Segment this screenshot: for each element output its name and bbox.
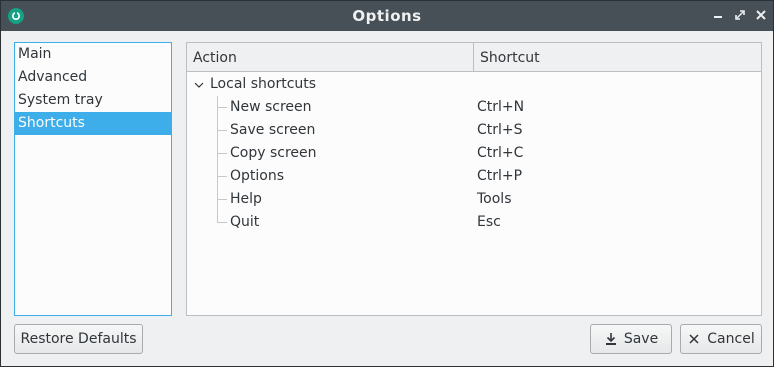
shortcut-value[interactable]: Ctrl+P [477,165,522,188]
sidebar-item-main[interactable]: Main [15,43,171,66]
restore-defaults-button[interactable]: Restore Defaults [14,324,143,354]
chevron-down-icon[interactable] [193,73,205,96]
shortcuts-tree: Action Shortcut Local shortcuts New scre… [186,42,762,316]
shortcut-value[interactable]: Esc [477,211,501,234]
action-label: Help [230,191,262,207]
tree-row[interactable]: Help Tools [187,188,761,211]
save-icon [604,332,618,346]
shortcut-value[interactable]: Ctrl+S [477,119,523,142]
sidebar-item-system-tray[interactable]: System tray [15,89,171,112]
tree-group-local-shortcuts[interactable]: Local shortcuts [187,73,761,96]
sidebar-item-shortcuts[interactable]: Shortcuts [15,112,171,135]
sidebar-item-advanced[interactable]: Advanced [15,66,171,89]
save-button[interactable]: Save [590,324,672,354]
action-label: New screen [230,99,312,115]
tree-row[interactable]: Options Ctrl+P [187,165,761,188]
action-label: Copy screen [230,145,317,161]
window-title: Options [352,7,422,25]
action-label: Options [230,168,285,184]
tree-row[interactable]: New screen Ctrl+N [187,96,761,119]
group-label: Local shortcuts [210,76,317,92]
title-bar[interactable]: Options [1,1,773,31]
maximize-icon[interactable] [733,8,747,22]
restore-defaults-label: Restore Defaults [20,331,137,347]
action-label: Save screen [230,122,316,138]
close-icon[interactable] [754,8,768,22]
cancel-button[interactable]: Cancel [680,324,762,354]
action-label: Quit [230,214,260,230]
column-header-shortcut[interactable]: Shortcut [474,43,761,71]
options-dialog: Options Main Advanced System tray Shortc… [0,0,774,367]
save-label: Save [623,331,659,347]
column-header-action[interactable]: Action [187,43,474,71]
cancel-label: Cancel [707,331,755,347]
shortcut-value[interactable]: Ctrl+C [477,142,523,165]
tree-row[interactable]: Copy screen Ctrl+C [187,142,761,165]
shortcut-value[interactable]: Ctrl+N [477,96,524,119]
tree-row[interactable]: Quit Esc [187,211,761,234]
tree-row[interactable]: Save screen Ctrl+S [187,119,761,142]
tree-header: Action Shortcut [187,43,761,72]
shortcut-value[interactable]: Tools [477,188,512,211]
minimize-icon[interactable] [711,8,725,22]
cancel-icon [687,332,701,346]
category-list: Main Advanced System tray Shortcuts [14,42,172,316]
